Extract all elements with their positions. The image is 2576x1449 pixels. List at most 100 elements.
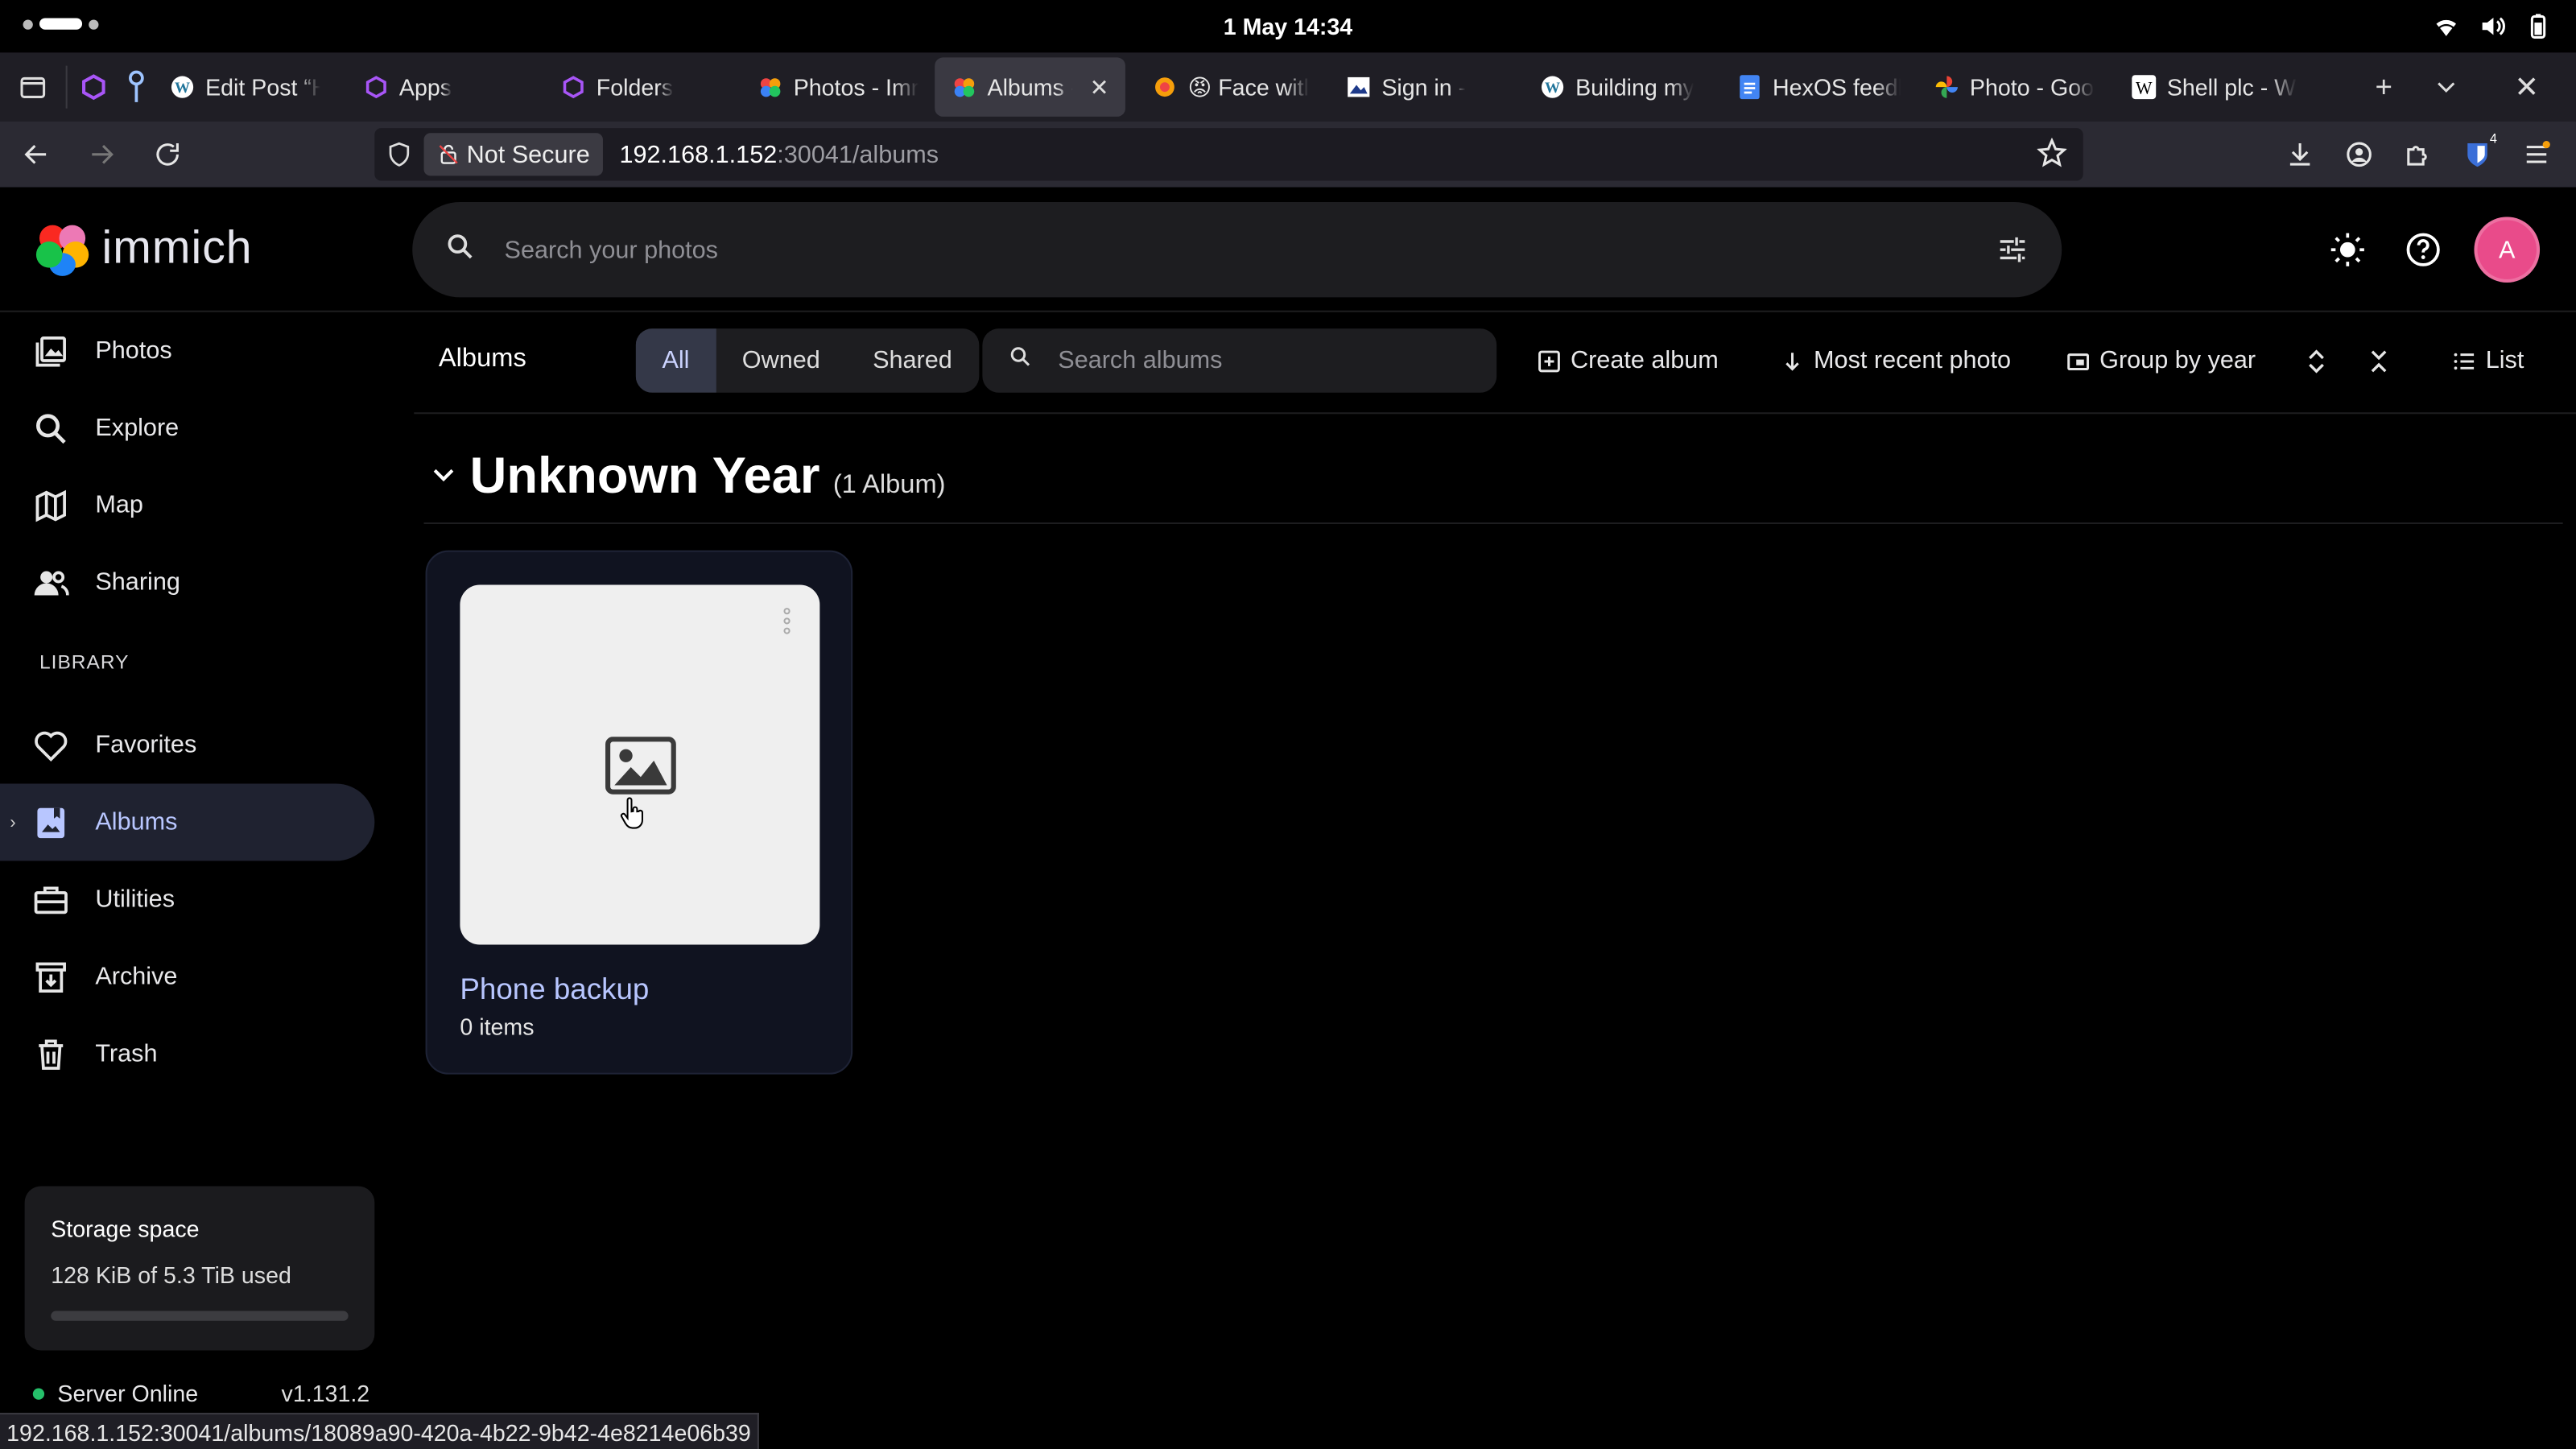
wifi-icon[interactable] [2431, 11, 2461, 49]
create-album-button[interactable]: Create album [1538, 328, 1719, 393]
tracking-shield-icon[interactable] [374, 142, 423, 168]
map-icon [35, 489, 66, 522]
volume-icon[interactable] [2478, 11, 2508, 49]
chevron-down-icon [2438, 82, 2455, 93]
photo-search-bar[interactable]: Search your photos [412, 202, 2062, 298]
url-text[interactable]: 192.168.1.152:30041/albums [619, 140, 939, 168]
sidebar-item-sharing[interactable]: Sharing [0, 544, 374, 621]
sidebar-item-albums[interactable]: › Albums [0, 783, 375, 861]
tab-hexos-feedback[interactable]: HexOS feedl [1720, 57, 1918, 116]
immich-logo[interactable]: immich [33, 218, 253, 277]
tab-apps[interactable]: Apps [347, 57, 544, 116]
tab-sign-in[interactable]: Sign in - [1329, 57, 1523, 116]
bitwarden-extension-button[interactable]: 4 [2448, 125, 2507, 184]
bookmark-star-icon[interactable] [2036, 137, 2067, 174]
sun-icon [2330, 233, 2364, 266]
account-button[interactable] [2330, 125, 2388, 184]
group-by-dropdown[interactable]: Group by year [2066, 328, 2256, 393]
sidebar-item-favorites[interactable]: Favorites [0, 707, 374, 784]
library-section-label: LIBRARY [39, 650, 130, 674]
expand-all-button[interactable] [2303, 328, 2330, 393]
search-filters-icon[interactable] [1996, 233, 2029, 275]
sort-dropdown[interactable]: Most recent photo [1781, 328, 2011, 393]
extensions-button[interactable] [2388, 125, 2447, 184]
online-status-dot [32, 1387, 45, 1399]
system-clock[interactable]: 1 May 14:34 [0, 13, 2576, 39]
album-search-bar[interactable]: Search albums [982, 328, 1497, 393]
view-mode-button[interactable]: List [2453, 328, 2524, 393]
sidebar-item-photos[interactable]: Photos [0, 312, 374, 390]
arrow-left-icon [24, 145, 47, 164]
wikipedia-icon: W [2131, 74, 2157, 101]
album-filter-segmented: All Owned Shared [635, 328, 979, 393]
tab-folders[interactable]: Folders [544, 57, 741, 116]
app-menu-button[interactable] [2507, 125, 2566, 184]
reload-icon [156, 143, 179, 166]
browser-nav-bar: Not Secure 192.168.1.152:30041/albums 4 [0, 122, 2576, 188]
tab-building-my[interactable]: W Building my [1523, 57, 1720, 116]
sidebar-item-archive[interactable]: Archive [0, 938, 374, 1015]
help-button[interactable] [2399, 225, 2448, 275]
page-title: Albums [438, 345, 526, 374]
group-title: Unknown Year [469, 447, 820, 505]
plus-box-icon [1538, 349, 1560, 372]
svg-text:W: W [1545, 80, 1560, 97]
more-options-icon[interactable] [783, 608, 791, 634]
close-window-button[interactable]: ✕ [2478, 52, 2576, 122]
tab-google-photos[interactable]: Photo - Goo [1918, 57, 2115, 116]
svg-text:W: W [175, 80, 190, 97]
tab-albums-immich[interactable]: Albums - I ✕ [935, 57, 1125, 117]
forward-button[interactable] [72, 125, 131, 184]
search-icon[interactable] [445, 231, 478, 269]
tab-face-emoji[interactable]: 😡 Face witl [1135, 57, 1329, 116]
downloads-button[interactable] [2270, 125, 2329, 184]
wordpress-icon: W [169, 74, 196, 101]
heart-icon [35, 730, 68, 761]
sidebar-item-explore[interactable]: Explore [0, 390, 374, 467]
group-icon [2067, 353, 2090, 369]
system-bar: 1 May 14:34 [0, 0, 2576, 53]
pinned-tab-hexos[interactable] [68, 52, 120, 122]
album-search-input[interactable]: Search albums [1058, 347, 1222, 375]
address-bar[interactable]: Not Secure 192.168.1.152:30041/albums [374, 128, 2083, 181]
sidebar-item-trash[interactable]: Trash [0, 1015, 374, 1092]
hand-cursor-icon [619, 797, 646, 838]
unfold-less-icon [2371, 349, 2387, 372]
storage-space-card[interactable]: Storage space 128 KiB of 5.3 TiB used [24, 1186, 375, 1351]
album-name[interactable]: Phone backup [460, 972, 649, 1007]
new-tab-button[interactable]: + [2352, 52, 2415, 122]
server-status[interactable]: Server Online v1.131.2 [32, 1380, 370, 1406]
unfold-more-icon [2309, 349, 2324, 373]
sidebar-item-map[interactable]: Map [0, 467, 374, 544]
tab-list-dropdown[interactable] [2415, 52, 2478, 122]
reload-button[interactable] [138, 125, 196, 184]
server-version: v1.131.2 [281, 1380, 370, 1406]
tab-edit-post[interactable]: W Edit Post “H [153, 57, 337, 116]
album-group-header[interactable]: Unknown Year (1 Album) [431, 447, 946, 506]
tab-overview-button[interactable] [0, 52, 66, 122]
pinned-tab-key[interactable] [120, 52, 153, 122]
chevron-right-icon[interactable]: › [10, 812, 15, 832]
album-thumbnail[interactable] [460, 584, 820, 945]
user-avatar[interactable]: A [2474, 217, 2541, 283]
filter-owned[interactable]: Owned [716, 328, 846, 393]
back-button[interactable] [6, 125, 65, 184]
filter-shared[interactable]: Shared [846, 328, 978, 393]
collapse-all-button[interactable] [2366, 328, 2392, 393]
photos-icon [35, 336, 66, 366]
svg-text:W: W [2136, 78, 2153, 97]
storage-title: Storage space [51, 1216, 200, 1242]
theme-toggle-button[interactable] [2323, 225, 2372, 275]
albums-toolbar: Albums All Owned Shared Search albums Cr… [414, 312, 2576, 415]
tab-photos-immich[interactable]: Photos - Imr [741, 57, 935, 116]
browser-tab-bar: W Edit Post “H Apps Folders Photos - Imr… [0, 52, 2576, 122]
photo-search-input[interactable]: Search your photos [505, 236, 718, 264]
filter-all[interactable]: All [635, 328, 716, 393]
close-tab-icon[interactable]: ✕ [1090, 73, 1109, 101]
site-security-indicator[interactable]: Not Secure [423, 133, 604, 176]
chevron-down-icon[interactable] [431, 461, 457, 488]
battery-icon[interactable] [2524, 11, 2553, 49]
arrow-down-icon [1785, 352, 1799, 370]
tab-shell-wikipedia[interactable]: W Shell plc - W [2115, 57, 2315, 116]
sidebar-item-utilities[interactable]: Utilities [0, 861, 374, 938]
